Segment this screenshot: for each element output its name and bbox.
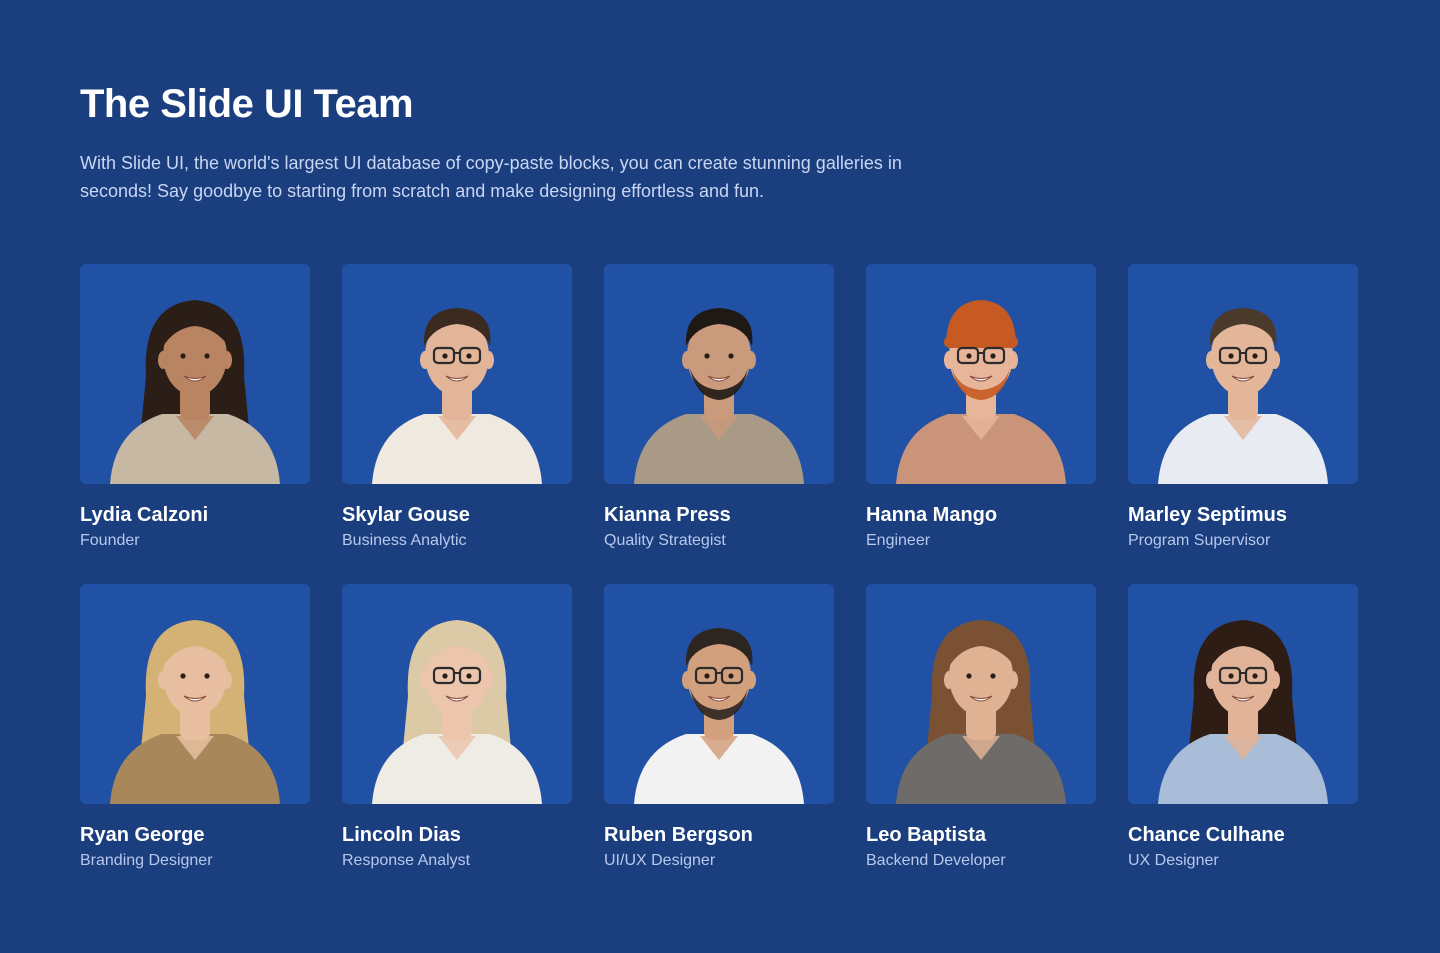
member-role: Engineer (866, 532, 931, 549)
team-member-card[interactable]: Ryan George Branding Designer (80, 584, 310, 869)
member-name: Hanna Mango (866, 504, 998, 526)
member-name: Lincoln Dias (342, 824, 461, 846)
woman-portrait-icon (896, 620, 1066, 804)
member-photo (1128, 264, 1358, 484)
member-name: Lydia Calzoni (80, 504, 209, 526)
member-photo (604, 584, 834, 804)
woman-portrait-icon (110, 300, 280, 484)
team-grid: Lydia Calzoni Founder Skylar Gouse Busin… (80, 264, 1358, 869)
member-name: Leo Baptista (866, 824, 987, 846)
man-portrait-icon (634, 308, 804, 484)
man-portrait-icon (896, 300, 1066, 484)
member-name: Ryan George (80, 824, 205, 846)
page-description: With Slide UI, the world's largest UI da… (80, 153, 902, 201)
member-name: Chance Culhane (1128, 824, 1285, 846)
member-role: Quality Strategist (604, 532, 726, 549)
member-photo (342, 264, 572, 484)
man-portrait-icon (1158, 308, 1328, 484)
member-photo (80, 584, 310, 804)
team-member-card[interactable]: Ruben Bergson UI/UX Designer (604, 584, 834, 869)
member-photo (80, 264, 310, 484)
team-member-card[interactable]: Lincoln Dias Response Analyst (342, 584, 572, 869)
team-member-card[interactable]: Lydia Calzoni Founder (80, 264, 310, 549)
woman-portrait-icon (1158, 620, 1328, 804)
man-portrait-icon (372, 308, 542, 484)
member-role: Business Analytic (342, 532, 467, 549)
member-role: UX Designer (1128, 852, 1219, 869)
member-photo (866, 584, 1096, 804)
member-name: Kianna Press (604, 504, 731, 526)
team-section: The Slide UI Team With Slide UI, the wor… (0, 0, 1440, 953)
member-role: Program Supervisor (1128, 532, 1271, 549)
team-member-card[interactable]: Leo Baptista Backend Developer (866, 584, 1096, 869)
member-name: Ruben Bergson (604, 824, 753, 846)
woman-portrait-icon (372, 620, 542, 804)
man-portrait-icon (634, 628, 804, 804)
member-name: Marley Septimus (1128, 504, 1287, 526)
team-member-card[interactable]: Marley Septimus Program Supervisor (1128, 264, 1358, 549)
member-role: Response Analyst (342, 852, 471, 869)
team-member-card[interactable]: Skylar Gouse Business Analytic (342, 264, 572, 549)
member-role: Backend Developer (866, 852, 1006, 869)
team-member-card[interactable]: Chance Culhane UX Designer (1128, 584, 1358, 869)
member-name: Skylar Gouse (342, 504, 470, 526)
member-photo (866, 264, 1096, 484)
team-member-card[interactable]: Kianna Press Quality Strategist (604, 264, 834, 549)
team-member-card[interactable]: Hanna Mango Engineer (866, 264, 1096, 549)
member-photo (342, 584, 572, 804)
page-title: The Slide UI Team (80, 82, 414, 126)
member-role: Founder (80, 532, 140, 549)
member-photo (604, 264, 834, 484)
member-role: UI/UX Designer (604, 852, 716, 869)
member-photo (1128, 584, 1358, 804)
woman-portrait-icon (110, 620, 280, 804)
member-role: Branding Designer (80, 852, 213, 869)
